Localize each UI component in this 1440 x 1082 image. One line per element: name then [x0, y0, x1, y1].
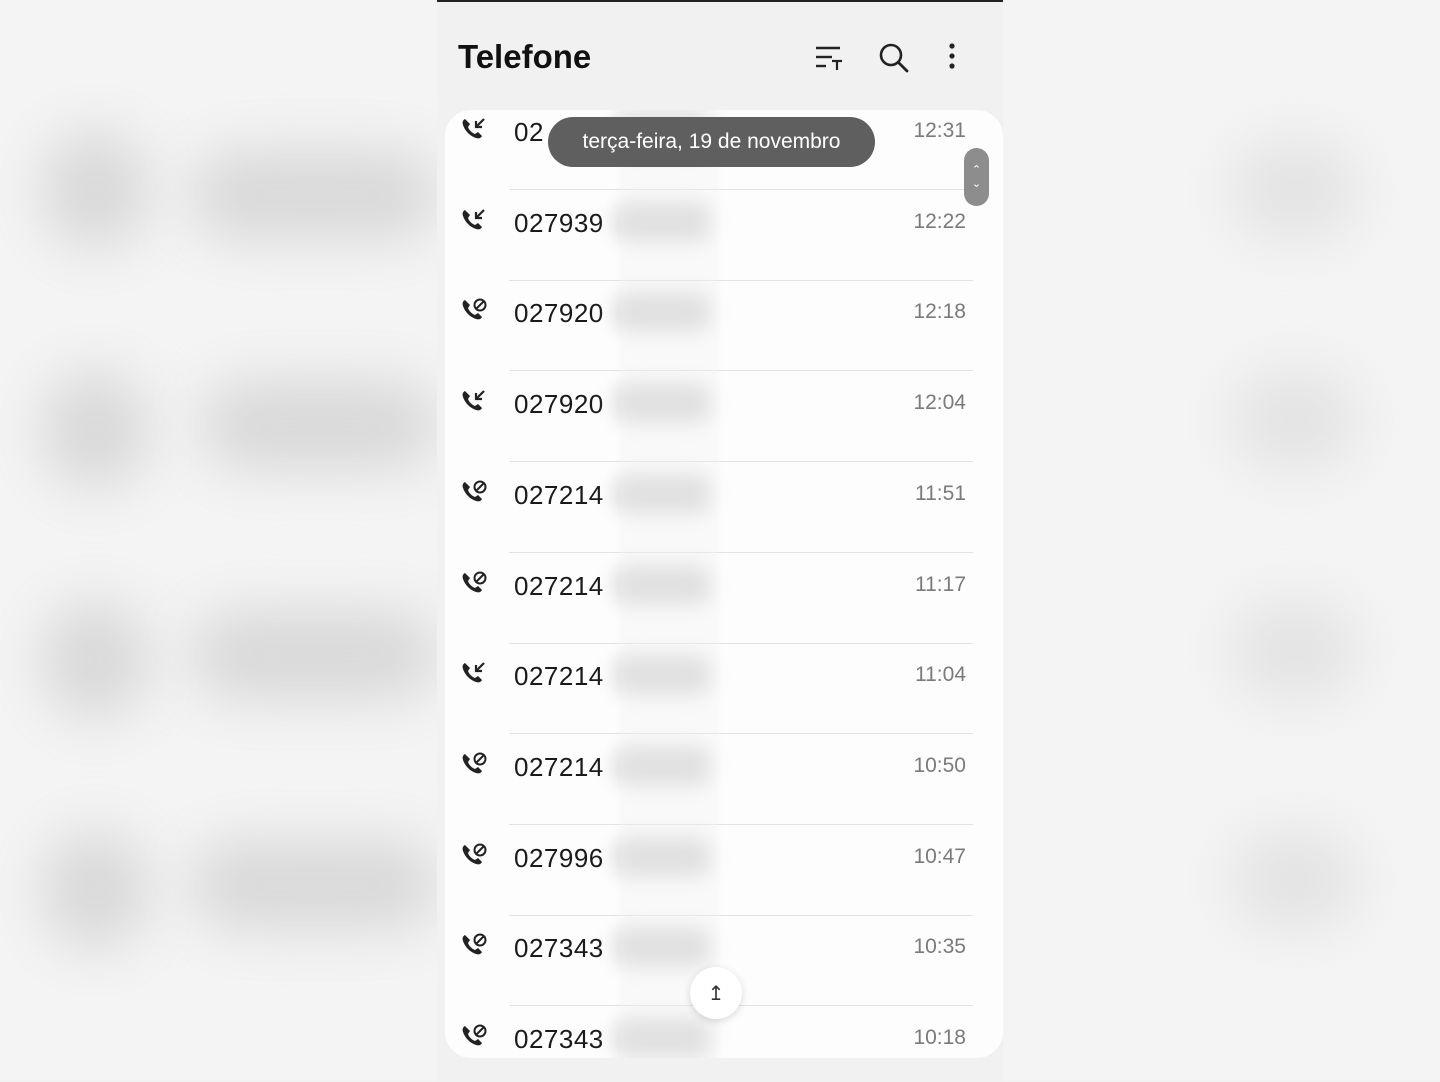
call-time: 12:04 [913, 391, 966, 415]
redaction-strip [620, 110, 718, 1058]
filter-icon[interactable] [810, 40, 846, 76]
call-time: 11:51 [915, 481, 966, 505]
arrow-up-icon: ↥ [707, 982, 725, 1005]
outgoing-call-icon [459, 296, 489, 326]
phone-number: 02 [514, 117, 544, 147]
call-log-row[interactable]: 027214 10:50 [445, 734, 1003, 825]
call-time: 11:04 [915, 663, 966, 687]
phone-number: 027343 [514, 933, 604, 964]
call-log-row[interactable]: 027920 12:18 [445, 280, 1003, 372]
call-time: 10:35 [913, 935, 966, 959]
call-time: 10:50 [913, 753, 966, 777]
call-time: 10:47 [913, 844, 966, 868]
outgoing-call-icon [459, 1022, 489, 1052]
call-time: 11:17 [915, 572, 966, 596]
phone-number: 027214 [514, 661, 604, 692]
outgoing-call-icon [459, 841, 489, 871]
call-log-row[interactable]: 027939 12:22 [445, 190, 1003, 281]
incoming-call-icon [459, 659, 489, 689]
chevron-up-icon: ⌃ [971, 164, 982, 176]
call-time: 12:18 [913, 300, 966, 324]
page-title: Telefone [458, 38, 592, 75]
call-log-row[interactable]: 027214 11:17 [445, 553, 1003, 644]
phone-number: 027939 [514, 207, 604, 238]
call-time: 12:22 [913, 209, 966, 233]
app-header: Telefone [437, 2, 1003, 112]
call-log-row[interactable]: 027214 11:04 [445, 643, 1003, 735]
call-log-row[interactable]: 027996 10:47 [445, 825, 1003, 916]
call-log-list[interactable]: 02 12:31 027939 12:22 027920 12:18 027920 12:04… [445, 110, 1003, 1058]
incoming-call-icon [459, 115, 489, 145]
outgoing-call-icon [459, 569, 489, 599]
phone-number: 027214 [514, 479, 604, 510]
fast-scroll-handle[interactable]: ⌃ ⌄ [964, 148, 989, 206]
phone-number: 027343 [514, 1024, 604, 1054]
call-log-row[interactable]: 027214 11:51 [445, 462, 1003, 553]
search-icon[interactable] [876, 40, 912, 76]
phone-number: 027214 [514, 570, 604, 601]
chevron-down-icon: ⌄ [971, 178, 982, 190]
call-time: 12:31 [913, 119, 966, 142]
phone-number: 027920 [514, 389, 604, 420]
call-time: 10:18 [913, 1026, 966, 1049]
call-log-row[interactable]: 027920 12:04 [445, 371, 1003, 463]
incoming-call-icon [459, 206, 489, 236]
outgoing-call-icon [459, 931, 489, 961]
more-options-icon[interactable] [934, 40, 970, 76]
incoming-call-icon [459, 387, 489, 417]
outgoing-call-icon [459, 750, 489, 780]
phone-screen: Telefone 02 12:31 027939 12:22 027920 12… [437, 0, 1003, 1082]
phone-number: 027996 [514, 842, 604, 873]
scroll-to-top-button[interactable]: ↥ [690, 967, 742, 1019]
outgoing-call-icon [459, 478, 489, 508]
date-tooltip: terça-feira, 19 de novembro [548, 117, 875, 167]
phone-number: 027214 [514, 751, 604, 782]
phone-number: 027920 [514, 298, 604, 329]
